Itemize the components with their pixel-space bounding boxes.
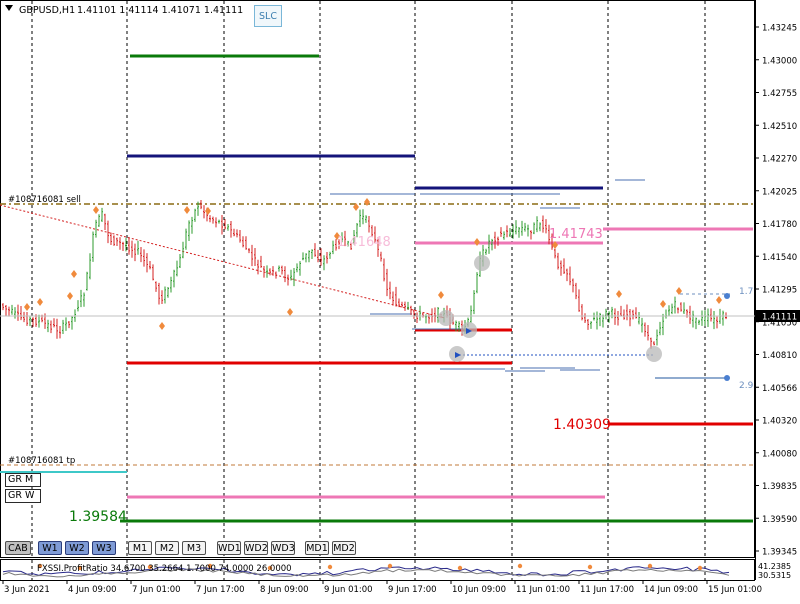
time-tick-label-8: 11 Jun 01:00 [516, 585, 570, 595]
red-level-label: 1.40309 [553, 417, 611, 433]
indicator-label: FXSSI.ProfitRatio 34.6700 35.2664 1.7000… [37, 564, 292, 574]
wd1-button[interactable]: WD1 [217, 541, 241, 555]
price-tick-label-11: 1.40566 [762, 384, 797, 394]
time-tick-label-11: 15 Jun 01:00 [708, 585, 762, 595]
pink-level-faded-label: 1.41648 [337, 235, 391, 250]
time-tick-label-9: 11 Jun 17:00 [580, 585, 634, 595]
grey-circle-marker-1 [474, 255, 490, 271]
sub-tick-label-0: 41.2385 [758, 562, 791, 571]
gr-w-button[interactable]: GR W [5, 489, 41, 503]
w1-button[interactable]: W1 [38, 541, 62, 555]
blue-level-label-1: 1.7 [739, 287, 753, 297]
time-tick-label-5: 9 Jun 01:00 [324, 585, 373, 595]
time-tick-label-7: 10 Jun 09:00 [452, 585, 506, 595]
indicator-dot-11 [697, 565, 703, 571]
price-tick-label-5: 1.42025 [762, 187, 797, 197]
m1-button[interactable]: M1 [128, 541, 152, 555]
indicator-dot-7 [457, 565, 463, 571]
w3-button[interactable]: W3 [92, 541, 116, 555]
price-tick-label-16: 1.39345 [762, 548, 797, 558]
w2-button[interactable]: W2 [65, 541, 89, 555]
symbol-timeframe: GBPUSD,H1 [19, 5, 75, 16]
price-chart-canvas[interactable]: 1.43245 1.43000 1.42755 1.42510 1.42270 1.420… [0, 0, 800, 600]
md1-button[interactable]: MD1 [305, 541, 329, 555]
main-chart-frame [0, 0, 755, 558]
time-tick-label-3: 7 Jun 17:00 [196, 585, 245, 595]
time-tick-label-4: 8 Jun 09:00 [260, 585, 309, 595]
tp-order-label: #108716081 tp [8, 456, 75, 466]
time-tick-label-1: 4 Jun 09:00 [68, 585, 117, 595]
price-tick-label-6: 1.41780 [762, 220, 797, 230]
blue-level-dot-1 [724, 293, 730, 299]
time-tick-label-2: 7 Jun 01:00 [132, 585, 181, 595]
price-tick-label-3: 1.42510 [762, 122, 797, 132]
price-tick-label-13: 1.40080 [762, 449, 797, 459]
ohlc-values: 1.41101 1.41114 1.41071 1.41111 [77, 5, 243, 16]
price-tick-label-0: 1.43245 [762, 24, 797, 34]
m3-button[interactable]: M3 [182, 541, 206, 555]
price-tick-label-1: 1.43000 [762, 56, 797, 66]
m2-button[interactable]: M2 [155, 541, 179, 555]
sub-tick-label-1: 30.5315 [758, 571, 791, 580]
indicator-dot-8 [517, 563, 523, 569]
price-tick-label-14: 1.39835 [762, 482, 797, 492]
blue-level-dot-2 [724, 375, 730, 381]
blue-level-label-2: 2.9 [739, 381, 754, 391]
indicator-dot-6 [387, 563, 393, 569]
grey-circle-marker-4 [646, 346, 662, 362]
wd2-button[interactable]: WD2 [244, 541, 268, 555]
grey-circle-marker-0 [438, 310, 454, 326]
trading-chart[interactable]: 1.43245 1.43000 1.42755 1.42510 1.42270 1.420… [0, 0, 800, 600]
time-axis: 3 Jun 2021 4 Jun 09:00 7 Jun 01:00 7 Jun 17… [2, 580, 762, 595]
indicator-dot-10 [647, 563, 653, 569]
price-tick-label-7: 1.41540 [762, 253, 797, 263]
md2-button[interactable]: MD2 [332, 541, 356, 555]
sell-order-label: #108716081 sell [8, 195, 81, 205]
current-price-label: 1.41111 [762, 313, 797, 323]
indicator-dot-9 [587, 564, 593, 570]
price-tick-label-12: 1.40320 [762, 417, 797, 427]
wd3-button[interactable]: WD3 [271, 541, 295, 555]
cab-button[interactable]: CAB [5, 541, 31, 555]
indicator-dot-5 [327, 564, 333, 570]
green-level-label: 1.39584 [69, 509, 127, 525]
price-tick-label-15: 1.39590 [762, 515, 797, 525]
gr-m-button[interactable]: GR M [5, 473, 41, 487]
time-tick-label-10: 14 Jun 09:00 [644, 585, 698, 595]
price-tick-label-4: 1.42270 [762, 155, 797, 165]
pink-level-label: 1.41743 [549, 227, 603, 242]
price-tick-label-10: 1.40810 [762, 351, 797, 361]
time-tick-label-6: 9 Jun 17:00 [388, 585, 437, 595]
price-tick-label-2: 1.42755 [762, 89, 797, 99]
time-tick-label-0: 3 Jun 2021 [4, 585, 50, 595]
slc-button[interactable]: SLC [254, 5, 282, 27]
price-tick-label-8: 1.41295 [762, 286, 797, 296]
